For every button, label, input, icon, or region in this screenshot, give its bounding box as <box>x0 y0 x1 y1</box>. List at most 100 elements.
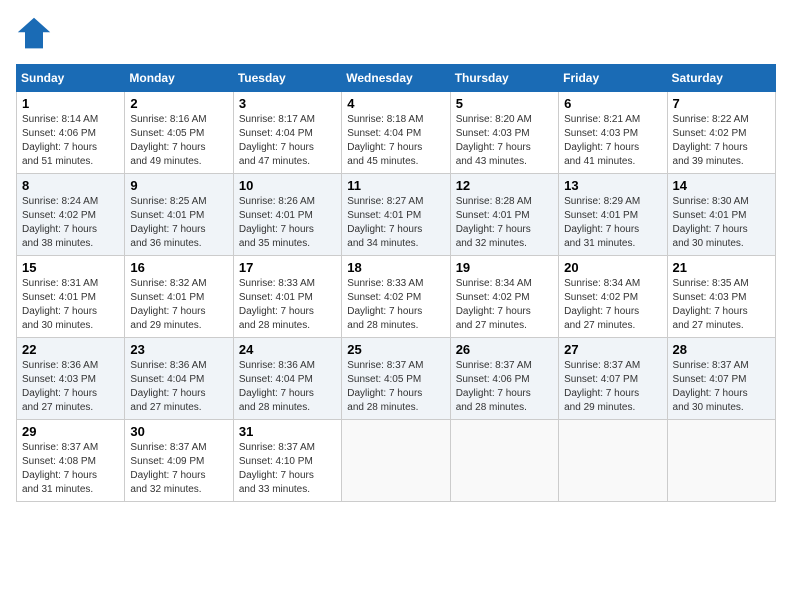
day-number: 16 <box>130 260 227 275</box>
calendar-cell: 14 Sunrise: 8:30 AM Sunset: 4:01 PM Dayli… <box>667 174 775 256</box>
calendar-cell: 2 Sunrise: 8:16 AM Sunset: 4:05 PM Daylig… <box>125 92 233 174</box>
cell-info: Sunrise: 8:20 AM Sunset: 4:03 PM Dayligh… <box>456 113 553 169</box>
cell-info: Sunrise: 8:27 AM Sunset: 4:01 PM Dayligh… <box>347 195 444 251</box>
day-number: 15 <box>22 260 119 275</box>
day-number: 21 <box>673 260 770 275</box>
calendar-cell: 19Sunrise: 8:34 AM Sunset: 4:02 PM Dayli… <box>450 256 558 338</box>
day-number: 3 <box>239 96 336 111</box>
calendar-cell: 3 Sunrise: 8:17 AM Sunset: 4:04 PM Daylig… <box>233 92 341 174</box>
day-header-monday: Monday <box>125 65 233 92</box>
day-number: 8 <box>22 178 119 193</box>
cell-info: Sunrise: 8:37 AM Sunset: 4:10 PM Dayligh… <box>239 441 336 497</box>
calendar-cell: 27 Sunrise: 8:37 AM Sunset: 4:07 PM Dayli… <box>559 338 667 420</box>
day-number: 27 <box>564 342 661 357</box>
cell-info: Sunrise: 8:37 AM Sunset: 4:06 PM Dayligh… <box>456 359 553 415</box>
day-number: 24 <box>239 342 336 357</box>
cell-info: Sunrise: 8:26 AM Sunset: 4:01 PM Dayligh… <box>239 195 336 251</box>
cell-info: Sunrise: 8:24 AM Sunset: 4:02 PM Dayligh… <box>22 195 119 251</box>
cell-info: Sunrise: 8:29 AM Sunset: 4:01 PM Dayligh… <box>564 195 661 251</box>
cell-info: Sunrise: 8:32 AM Sunset: 4:01 PM Dayligh… <box>130 277 227 333</box>
calendar-cell: 18Sunrise: 8:33 AM Sunset: 4:02 PM Dayli… <box>342 256 450 338</box>
cell-info: Sunrise: 8:28 AM Sunset: 4:01 PM Dayligh… <box>456 195 553 251</box>
calendar-cell: 24 Sunrise: 8:36 AM Sunset: 4:04 PM Dayli… <box>233 338 341 420</box>
cell-info: Sunrise: 8:16 AM Sunset: 4:05 PM Dayligh… <box>130 113 227 169</box>
calendar-cell: 16 Sunrise: 8:32 AM Sunset: 4:01 PM Dayli… <box>125 256 233 338</box>
calendar-cell: 10 Sunrise: 8:26 AM Sunset: 4:01 PM Dayli… <box>233 174 341 256</box>
day-header-thursday: Thursday <box>450 65 558 92</box>
day-number: 5 <box>456 96 553 111</box>
calendar-cell: 6 Sunrise: 8:21 AM Sunset: 4:03 PM Daylig… <box>559 92 667 174</box>
day-number: 10 <box>239 178 336 193</box>
calendar-cell: 13 Sunrise: 8:29 AM Sunset: 4:01 PM Dayli… <box>559 174 667 256</box>
cell-info: Sunrise: 8:33 AM Sunset: 4:01 PM Dayligh… <box>239 277 336 333</box>
day-number: 28 <box>673 342 770 357</box>
day-number: 17 <box>239 260 336 275</box>
day-number: 9 <box>130 178 227 193</box>
day-header-sunday: Sunday <box>17 65 125 92</box>
calendar-cell: 20 Sunrise: 8:34 AM Sunset: 4:02 PM Dayli… <box>559 256 667 338</box>
calendar-cell: 12 Sunrise: 8:28 AM Sunset: 4:01 PM Dayli… <box>450 174 558 256</box>
day-number: 14 <box>673 178 770 193</box>
calendar-cell: 21 Sunrise: 8:35 AM Sunset: 4:03 PM Dayli… <box>667 256 775 338</box>
calendar-cell <box>450 420 558 502</box>
cell-info: Sunrise: 8:36 AM Sunset: 4:04 PM Dayligh… <box>239 359 336 415</box>
calendar-cell: 26 Sunrise: 8:37 AM Sunset: 4:06 PM Dayli… <box>450 338 558 420</box>
cell-info: Sunrise: 8:37 AM Sunset: 4:05 PM Dayligh… <box>347 359 444 415</box>
calendar-cell: 28 Sunrise: 8:37 AM Sunset: 4:07 PM Dayli… <box>667 338 775 420</box>
cell-info: Sunrise: 8:36 AM Sunset: 4:04 PM Dayligh… <box>130 359 227 415</box>
cell-info: Sunrise: 8:18 AM Sunset: 4:04 PM Dayligh… <box>347 113 444 169</box>
day-header-saturday: Saturday <box>667 65 775 92</box>
cell-info: Sunrise: 8:35 AM Sunset: 4:03 PM Dayligh… <box>673 277 770 333</box>
day-number: 23 <box>130 342 227 357</box>
calendar-cell <box>342 420 450 502</box>
calendar-cell <box>667 420 775 502</box>
day-header-friday: Friday <box>559 65 667 92</box>
cell-info: Sunrise: 8:25 AM Sunset: 4:01 PM Dayligh… <box>130 195 227 251</box>
calendar-cell: 15 Sunrise: 8:31 AM Sunset: 4:01 PM Dayli… <box>17 256 125 338</box>
logo-icon <box>16 16 52 52</box>
day-number: 31 <box>239 424 336 439</box>
calendar-cell: 23 Sunrise: 8:36 AM Sunset: 4:04 PM Dayli… <box>125 338 233 420</box>
day-number: 4 <box>347 96 444 111</box>
calendar-cell: 29 Sunrise: 8:37 AM Sunset: 4:08 PM Dayli… <box>17 420 125 502</box>
day-number: 11 <box>347 178 444 193</box>
day-header-tuesday: Tuesday <box>233 65 341 92</box>
calendar-cell: 22 Sunrise: 8:36 AM Sunset: 4:03 PM Dayli… <box>17 338 125 420</box>
day-number: 12 <box>456 178 553 193</box>
day-number: 20 <box>564 260 661 275</box>
cell-info: Sunrise: 8:22 AM Sunset: 4:02 PM Dayligh… <box>673 113 770 169</box>
day-number: 29 <box>22 424 119 439</box>
calendar-cell: 17 Sunrise: 8:33 AM Sunset: 4:01 PM Dayli… <box>233 256 341 338</box>
cell-info: Sunrise: 8:30 AM Sunset: 4:01 PM Dayligh… <box>673 195 770 251</box>
calendar-cell <box>559 420 667 502</box>
cell-info: Sunrise: 8:34 AM Sunset: 4:02 PM Dayligh… <box>564 277 661 333</box>
logo <box>16 16 56 52</box>
cell-info: Sunrise: 8:31 AM Sunset: 4:01 PM Dayligh… <box>22 277 119 333</box>
cell-info: Sunrise: 8:37 AM Sunset: 4:07 PM Dayligh… <box>564 359 661 415</box>
calendar-cell: 31 Sunrise: 8:37 AM Sunset: 4:10 PM Dayli… <box>233 420 341 502</box>
cell-info: Sunrise: 8:17 AM Sunset: 4:04 PM Dayligh… <box>239 113 336 169</box>
calendar-cell: 30Sunrise: 8:37 AM Sunset: 4:09 PM Dayli… <box>125 420 233 502</box>
cell-info: Sunrise: 8:36 AM Sunset: 4:03 PM Dayligh… <box>22 359 119 415</box>
cell-info: Sunrise: 8:14 AM Sunset: 4:06 PM Dayligh… <box>22 113 119 169</box>
day-number: 6 <box>564 96 661 111</box>
cell-info: Sunrise: 8:37 AM Sunset: 4:08 PM Dayligh… <box>22 441 119 497</box>
calendar-cell: 5 Sunrise: 8:20 AM Sunset: 4:03 PM Daylig… <box>450 92 558 174</box>
calendar-table: SundayMondayTuesdayWednesdayThursdayFrid… <box>16 64 776 502</box>
calendar-cell: 4 Sunrise: 8:18 AM Sunset: 4:04 PM Daylig… <box>342 92 450 174</box>
cell-info: Sunrise: 8:37 AM Sunset: 4:07 PM Dayligh… <box>673 359 770 415</box>
day-number: 26 <box>456 342 553 357</box>
cell-info: Sunrise: 8:33 AM Sunset: 4:02 PM Dayligh… <box>347 277 444 333</box>
day-number: 19 <box>456 260 553 275</box>
calendar-cell: 7Sunrise: 8:22 AM Sunset: 4:02 PM Daylig… <box>667 92 775 174</box>
calendar-cell: 8 Sunrise: 8:24 AM Sunset: 4:02 PM Daylig… <box>17 174 125 256</box>
day-number: 13 <box>564 178 661 193</box>
cell-info: Sunrise: 8:21 AM Sunset: 4:03 PM Dayligh… <box>564 113 661 169</box>
day-header-wednesday: Wednesday <box>342 65 450 92</box>
calendar-cell: 9 Sunrise: 8:25 AM Sunset: 4:01 PM Daylig… <box>125 174 233 256</box>
day-number: 2 <box>130 96 227 111</box>
calendar-cell: 1Sunrise: 8:14 AM Sunset: 4:06 PM Daylig… <box>17 92 125 174</box>
day-number: 22 <box>22 342 119 357</box>
cell-info: Sunrise: 8:37 AM Sunset: 4:09 PM Dayligh… <box>130 441 227 497</box>
day-number: 25 <box>347 342 444 357</box>
